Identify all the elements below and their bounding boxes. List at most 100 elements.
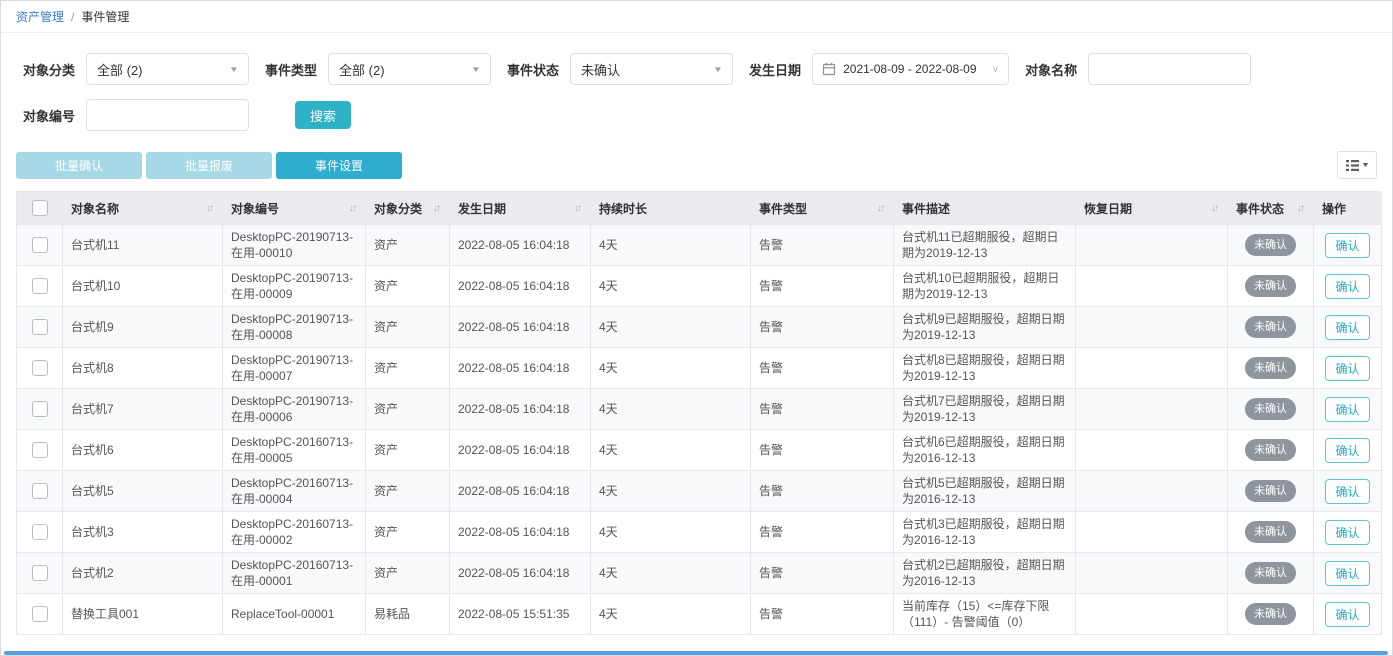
row-checkbox[interactable] (32, 360, 48, 376)
column-header[interactable]: 对象编号↓↑ (223, 192, 366, 225)
select-all-checkbox[interactable] (32, 200, 48, 216)
columns-icon (1346, 160, 1359, 171)
event-settings-button[interactable]: 事件设置 (276, 152, 402, 179)
cell-description: 台式机10已超期服役，超期日期为2019-12-13 (894, 266, 1076, 307)
status-badge: 未确认 (1245, 439, 1296, 461)
cell-event-type: 告警 (751, 225, 894, 266)
cell-event-type: 告警 (751, 389, 894, 430)
breadcrumb-separator: / (71, 10, 74, 24)
cell-duration: 4天 (591, 389, 751, 430)
row-checkbox[interactable] (32, 237, 48, 253)
batch-confirm-button[interactable]: 批量确认 (16, 152, 142, 179)
filter-object-name: 对象名称 (1025, 53, 1251, 85)
cell-description: 台式机2已超期服役，超期日期为2016-12-13 (894, 553, 1076, 594)
sort-icon[interactable]: ↓↑ (574, 203, 582, 214)
sort-icon[interactable]: ↓↑ (877, 203, 885, 214)
cell-occur-date: 2022-08-05 16:04:18 (450, 348, 591, 389)
batch-scrap-button[interactable]: 批量报废 (146, 152, 272, 179)
row-checkbox[interactable] (32, 483, 48, 499)
cell-event-type: 告警 (751, 553, 894, 594)
confirm-button[interactable]: 确认 (1325, 356, 1369, 381)
cell-event-status: 未确认 (1228, 594, 1314, 635)
cell-recovery-date (1076, 594, 1228, 635)
column-header: 操作 (1314, 192, 1382, 225)
sort-icon[interactable]: ↓↑ (206, 203, 214, 214)
cell-event-status: 未确认 (1228, 266, 1314, 307)
column-header-label: 事件状态 (1236, 200, 1284, 217)
row-checkbox-cell (17, 471, 63, 512)
cell-object-code: DesktopPC-20190713-在用-00006 (223, 389, 366, 430)
row-checkbox[interactable] (32, 319, 48, 335)
search-button[interactable]: 搜索 (295, 101, 351, 129)
event-type-select[interactable]: 全部 (2) ▼ (328, 53, 491, 85)
cell-occur-date: 2022-08-05 16:04:18 (450, 389, 591, 430)
confirm-button[interactable]: 确认 (1325, 233, 1369, 258)
row-checkbox[interactable] (32, 442, 48, 458)
event-type-value: 全部 (2) (339, 60, 385, 79)
cell-object-name: 台式机5 (63, 471, 223, 512)
sort-icon[interactable]: ↓↑ (433, 203, 441, 214)
sort-icon[interactable]: ↓↑ (349, 203, 357, 214)
calendar-icon (822, 62, 836, 76)
row-checkbox-cell (17, 389, 63, 430)
event-status-select[interactable]: 未确认 ▼ (570, 53, 733, 85)
row-checkbox[interactable] (32, 401, 48, 417)
confirm-button[interactable]: 确认 (1325, 274, 1369, 299)
cell-description: 台式机8已超期服役，超期日期为2019-12-13 (894, 348, 1076, 389)
breadcrumb-parent-link[interactable]: 资产管理 (16, 8, 64, 25)
cell-actions: 确认 (1314, 348, 1382, 389)
horizontal-scrollbar-thumb[interactable] (4, 651, 1388, 655)
cell-description: 台式机5已超期服役，超期日期为2016-12-13 (894, 471, 1076, 512)
confirm-button[interactable]: 确认 (1325, 561, 1369, 586)
cell-actions: 确认 (1314, 225, 1382, 266)
column-header[interactable]: 对象分类↓↑ (366, 192, 450, 225)
cell-object-code: DesktopPC-20190713-在用-00008 (223, 307, 366, 348)
occur-date-range-picker[interactable]: 2021-08-09 - 2022-08-09 ∨ (812, 53, 1009, 85)
column-header: 事件描述 (894, 192, 1076, 225)
cell-event-type: 告警 (751, 430, 894, 471)
cell-object-code: ReplaceTool-00001 (223, 594, 366, 635)
column-header[interactable]: 发生日期↓↑ (450, 192, 591, 225)
row-checkbox[interactable] (32, 565, 48, 581)
cell-actions: 确认 (1314, 307, 1382, 348)
table-row: 台式机2DesktopPC-20160713-在用-00001资产2022-08… (17, 553, 1382, 594)
status-badge: 未确认 (1245, 480, 1296, 502)
confirm-button[interactable]: 确认 (1325, 479, 1369, 504)
confirm-button[interactable]: 确认 (1325, 438, 1369, 463)
sort-icon[interactable]: ↓↑ (1297, 203, 1305, 214)
confirm-button[interactable]: 确认 (1325, 315, 1369, 340)
toolbar: 批量确认 批量报废 事件设置 ▼ (1, 145, 1392, 191)
cell-object-code: DesktopPC-20160713-在用-00004 (223, 471, 366, 512)
sort-icon[interactable]: ↓↑ (1211, 203, 1219, 214)
row-checkbox[interactable] (32, 524, 48, 540)
cell-object-category: 资产 (366, 471, 450, 512)
column-header[interactable]: 对象名称 ↓↑ (63, 192, 223, 225)
row-checkbox[interactable] (32, 606, 48, 622)
cell-duration: 4天 (591, 348, 751, 389)
column-header-label: 对象名称 (71, 200, 119, 217)
column-settings-button[interactable]: ▼ (1337, 151, 1377, 179)
column-header[interactable]: 事件状态 ↓↑ (1228, 192, 1314, 225)
chevron-down-icon: ▼ (471, 65, 481, 74)
cell-recovery-date (1076, 553, 1228, 594)
object-category-select[interactable]: 全部 (2) ▼ (86, 53, 249, 85)
cell-occur-date: 2022-08-05 16:04:18 (450, 430, 591, 471)
row-checkbox[interactable] (32, 278, 48, 294)
confirm-button[interactable]: 确认 (1325, 397, 1369, 422)
cell-event-type: 告警 (751, 266, 894, 307)
table-row: 台式机11DesktopPC-20190713-在用-00010资产2022-0… (17, 225, 1382, 266)
chevron-down-icon: ▼ (229, 65, 239, 74)
events-table: 对象名称↓↑对象编号↓↑对象分类↓↑发生日期↓↑持续时长事件类型↓↑事件描述恢复… (16, 191, 1382, 635)
confirm-button[interactable]: 确认 (1325, 520, 1369, 545)
object-code-input[interactable] (86, 99, 249, 131)
object-name-input[interactable] (1088, 53, 1251, 85)
column-header[interactable]: 事件类型↓↑ (751, 192, 894, 225)
cell-duration: 4天 (591, 266, 751, 307)
status-badge: 未确认 (1245, 275, 1296, 297)
object-category-value: 全部 (2) (97, 60, 143, 79)
cell-occur-date: 2022-08-05 16:04:18 (450, 225, 591, 266)
cell-event-type: 告警 (751, 512, 894, 553)
cell-event-type: 告警 (751, 348, 894, 389)
confirm-button[interactable]: 确认 (1325, 602, 1369, 627)
column-header[interactable]: 恢复日期↓↑ (1076, 192, 1228, 225)
